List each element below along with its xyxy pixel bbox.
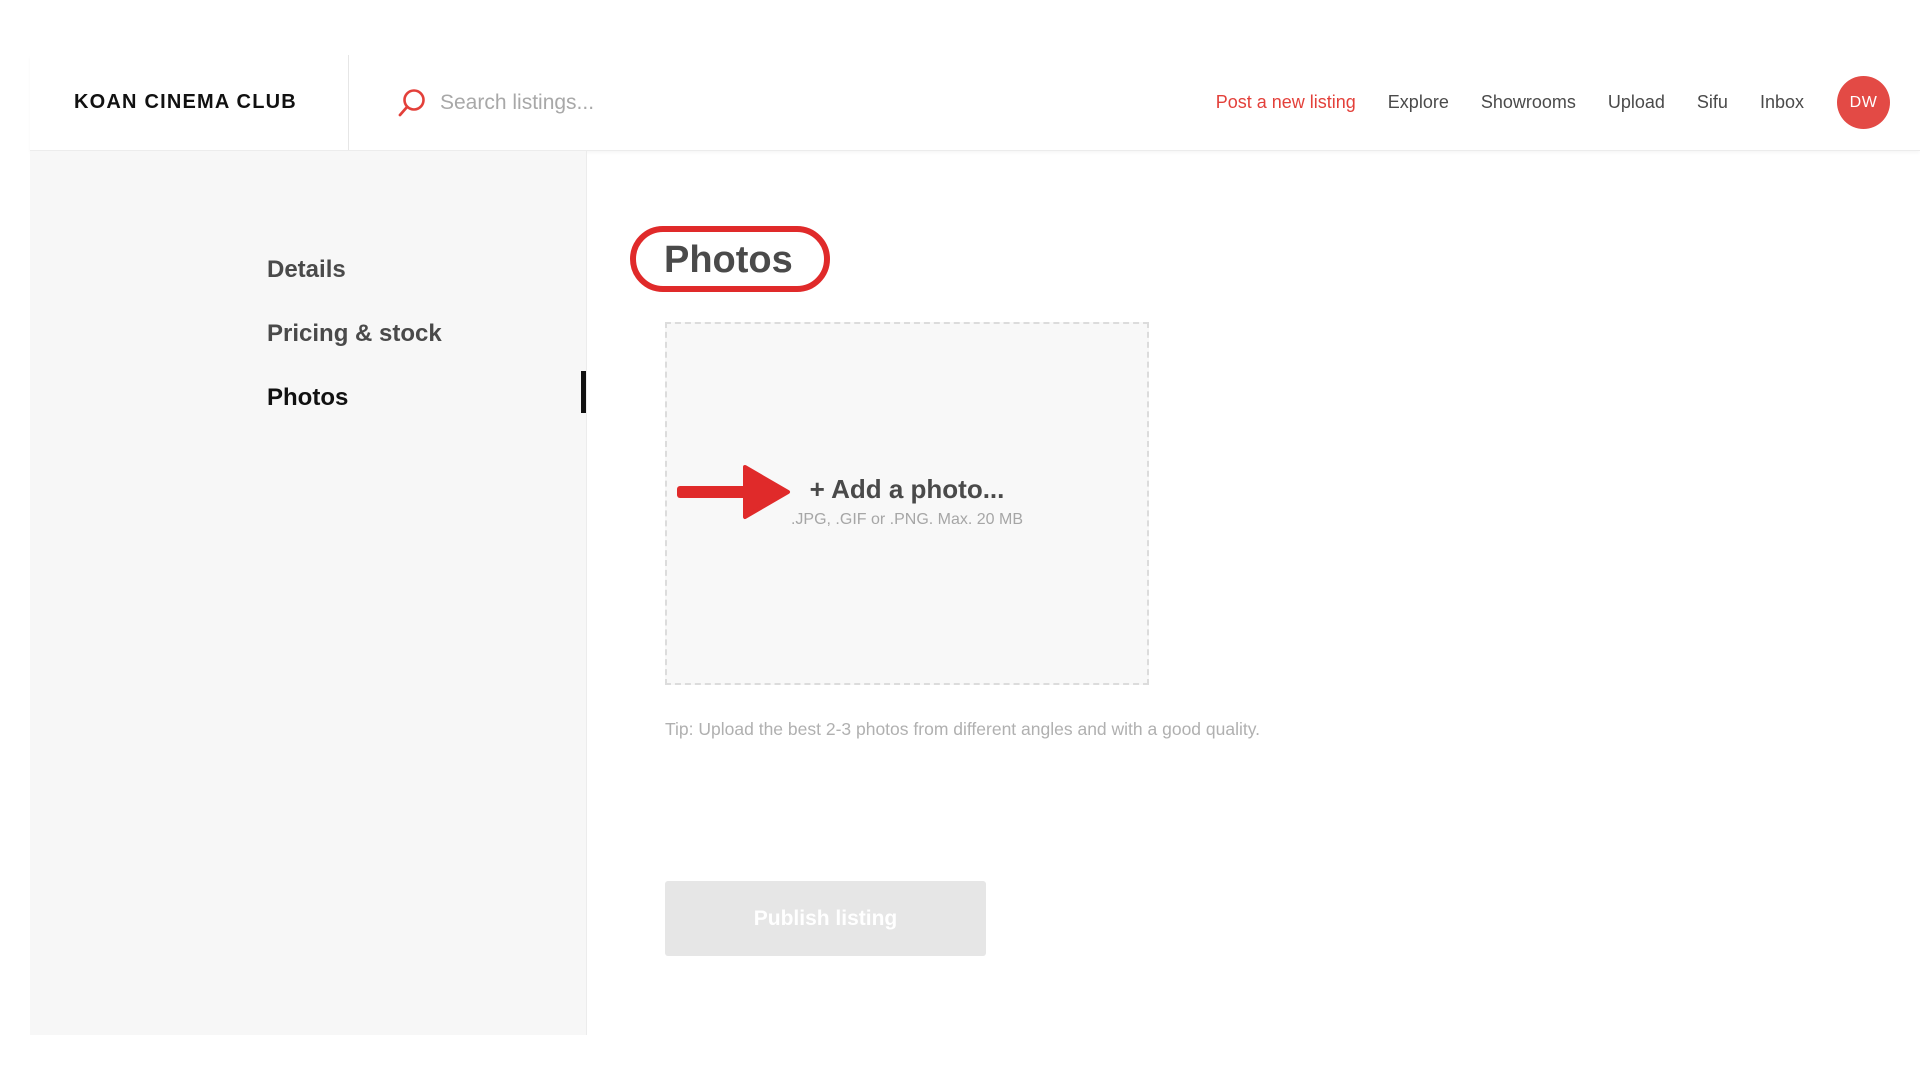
active-step-indicator: [581, 371, 586, 413]
nav-upload[interactable]: Upload: [1608, 92, 1665, 113]
arrow-right-icon: [677, 465, 790, 519]
top-header: KOAN CINEMA CLUB Post a new listing Expl…: [30, 55, 1920, 151]
upload-tip: Tip: Upload the best 2-3 photos from dif…: [665, 719, 1261, 739]
search-icon[interactable]: [396, 87, 428, 119]
publish-listing-button[interactable]: Publish listing: [665, 881, 986, 956]
sidebar-item-photos[interactable]: Photos: [267, 384, 348, 412]
app-frame: KOAN CINEMA CLUB Post a new listing Expl…: [30, 55, 1920, 1035]
nav-post-listing[interactable]: Post a new listing: [1216, 92, 1356, 113]
title-highlight-annotation: [630, 226, 830, 292]
header-divider: [348, 55, 349, 150]
nav-showrooms[interactable]: Showrooms: [1481, 92, 1576, 113]
sidebar-item-pricing-stock[interactable]: Pricing & stock: [267, 320, 442, 348]
nav-inbox[interactable]: Inbox: [1760, 92, 1804, 113]
listing-steps-sidebar: Details Pricing & stock Photos: [30, 151, 587, 1035]
nav-explore[interactable]: Explore: [1388, 92, 1449, 113]
search-input[interactable]: [440, 83, 860, 123]
site-logo[interactable]: KOAN CINEMA CLUB: [74, 55, 297, 150]
avatar[interactable]: DW: [1837, 76, 1890, 129]
main-nav: Post a new listing Explore Showrooms Upl…: [1216, 55, 1890, 150]
nav-sifu[interactable]: Sifu: [1697, 92, 1728, 113]
sidebar-item-details[interactable]: Details: [267, 256, 346, 284]
